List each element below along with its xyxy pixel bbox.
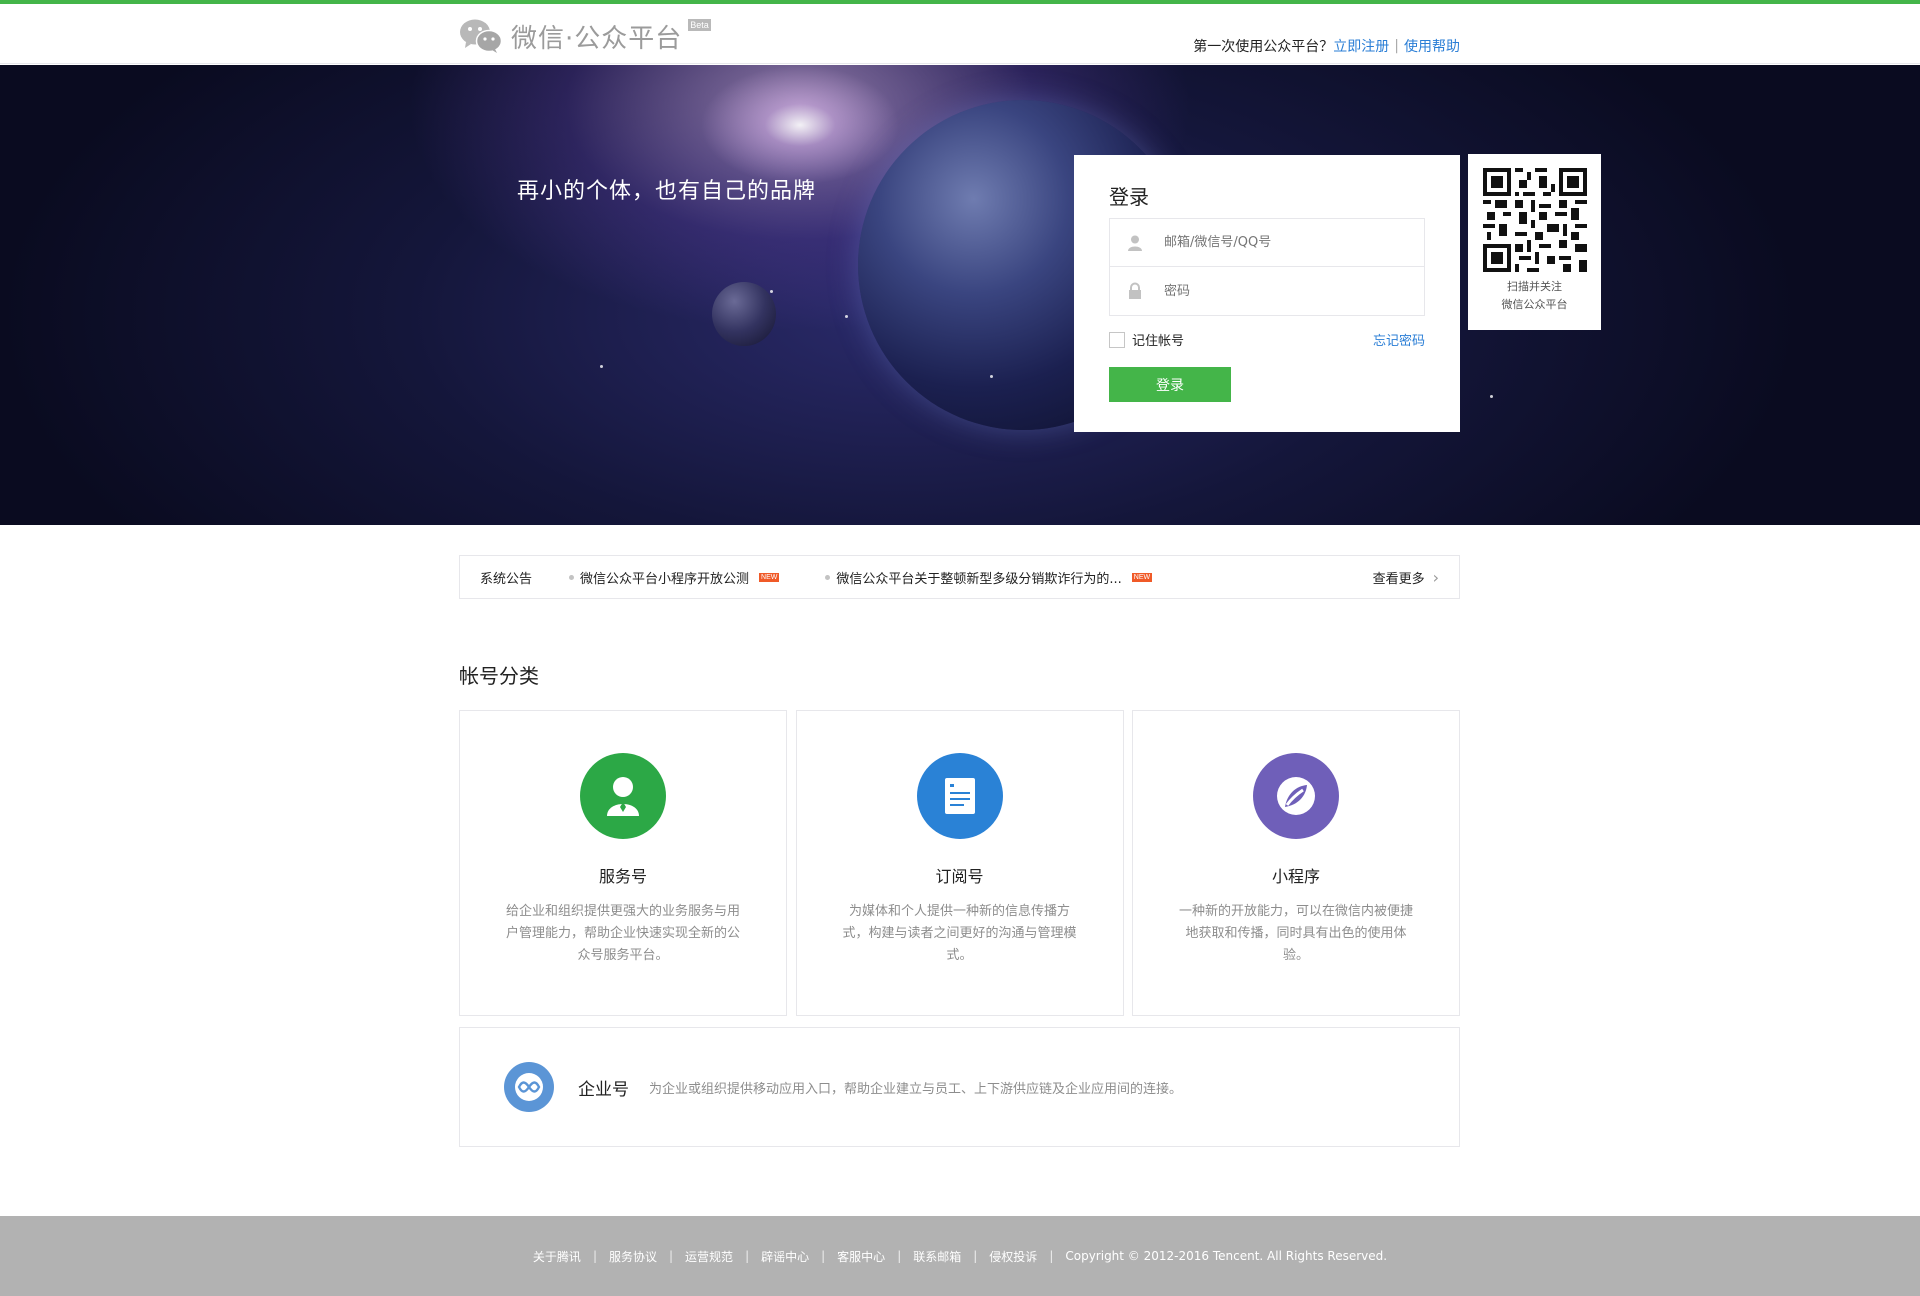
- logo-text: 微信·公众平台: [511, 23, 683, 54]
- qr-caption: 扫描并关注 微信公众平台: [1468, 278, 1601, 314]
- enterprise-account-card[interactable]: 企业号 为企业或组织提供移动应用入口，帮助企业建立与员工、上下游供应链及企业应用…: [459, 1027, 1460, 1147]
- star: [1490, 395, 1493, 398]
- chevron-right-icon: ›: [1432, 567, 1439, 587]
- bullet-icon: [825, 574, 831, 580]
- password-field[interactable]: [1109, 267, 1425, 316]
- footer-separator: |: [669, 1249, 674, 1263]
- footer-separator: |: [745, 1249, 750, 1263]
- logo[interactable]: 微信·公众平台 Beta: [459, 16, 711, 56]
- enterprise-account-icon: [504, 1062, 554, 1112]
- footer-link-contact[interactable]: 联系邮箱: [913, 1248, 961, 1265]
- planet-small: [712, 282, 776, 346]
- account-types-title: 帐号分类: [459, 664, 539, 688]
- beta-badge: Beta: [688, 19, 711, 31]
- login-title: 登录: [1109, 185, 1149, 209]
- lock-icon: [1129, 282, 1141, 299]
- header: 微信·公众平台 Beta 第一次使用公众平台？ 立即注册 | 使用帮助: [0, 4, 1920, 64]
- wechat-logo-icon: [460, 19, 503, 53]
- footer-separator: |: [592, 1249, 597, 1263]
- subscription-account-card[interactable]: 订阅号 为媒体和个人提供一种新的信息传播方式，构建与读者之间更好的沟通与管理模式…: [795, 710, 1124, 1016]
- notice-item[interactable]: 微信公众平台小程序开放公测 NEW: [569, 568, 780, 587]
- banner-glow: [700, 65, 900, 185]
- account-type-cards: 服务号 给企业和组织提供更强大的业务服务与用户管理能力，帮助企业快速实现全新的公…: [459, 710, 1460, 1016]
- card-desc: 给企业和组织提供更强大的业务服务与用户管理能力，帮助企业快速实现全新的公众号服务…: [505, 904, 740, 963]
- footer-copyright: Copyright © 2012-2016 Tencent. All Right…: [1065, 1249, 1388, 1263]
- qr-caption-line2: 微信公众平台: [1501, 298, 1568, 311]
- card-desc: 一种新的开放能力，可以在微信内被便捷地获取和传播，同时具有出色的使用体验。: [1178, 904, 1413, 963]
- first-time-text: 第一次使用公众平台？: [1193, 39, 1334, 55]
- mini-program-icon: [1253, 753, 1339, 839]
- footer-separator: |: [821, 1249, 826, 1263]
- header-separator: |: [1394, 38, 1399, 54]
- view-more-link[interactable]: 查看更多 ›: [1373, 568, 1439, 587]
- banner-slogan: 再小的个体，也有自己的品牌: [517, 179, 817, 204]
- service-account-card[interactable]: 服务号 给企业和组织提供更强大的业务服务与用户管理能力，帮助企业快速实现全新的公…: [459, 710, 787, 1016]
- card-name: 服务号: [598, 867, 647, 886]
- remember-label: 记住帐号: [1132, 334, 1185, 349]
- footer-link-rules[interactable]: 运营规范: [685, 1248, 733, 1265]
- mini-program-card[interactable]: 小程序 一种新的开放能力，可以在微信内被便捷地获取和传播，同时具有出色的使用体验…: [1132, 710, 1460, 1016]
- login-panel: 登录 记住帐号 忘记密码 登录: [1074, 155, 1460, 432]
- notice-item-text[interactable]: 微信公众平台小程序开放公测: [580, 568, 749, 587]
- subscription-account-icon: [916, 753, 1003, 839]
- qr-caption-line1: 扫描并关注: [1507, 280, 1562, 293]
- footer-separator: |: [1049, 1249, 1054, 1263]
- account-input[interactable]: [1164, 219, 1424, 266]
- footer-link-rumor-center[interactable]: 辟谣中心: [761, 1248, 809, 1265]
- new-badge: NEW: [1131, 572, 1153, 582]
- user-icon: [1128, 235, 1142, 251]
- qr-panel: 扫描并关注 微信公众平台: [1468, 154, 1601, 330]
- footer-link-terms[interactable]: 服务协议: [609, 1248, 657, 1265]
- remember-checkbox[interactable]: [1109, 331, 1125, 348]
- footer-separator: |: [897, 1249, 902, 1263]
- card-name: 订阅号: [935, 867, 984, 886]
- footer-link-support[interactable]: 客服中心: [837, 1248, 885, 1265]
- remember-row: 记住帐号 忘记密码: [1109, 330, 1425, 349]
- star: [770, 290, 773, 293]
- footer-link-infringement[interactable]: 侵权投诉: [989, 1248, 1037, 1265]
- footer-link-about[interactable]: 关于腾讯: [533, 1248, 581, 1265]
- forgot-password-link[interactable]: 忘记密码: [1373, 330, 1425, 349]
- card-name: 小程序: [1271, 867, 1320, 886]
- header-links: 第一次使用公众平台？ 立即注册 | 使用帮助: [1193, 36, 1460, 56]
- password-input[interactable]: [1164, 267, 1424, 315]
- star: [990, 375, 993, 378]
- star: [845, 315, 848, 318]
- account-field[interactable]: [1109, 218, 1425, 267]
- qr-code-icon: [1482, 168, 1587, 272]
- notice-item[interactable]: 微信公众平台关于整顿新型多级分销欺诈行为的... NEW: [825, 568, 1153, 587]
- view-more-label: 查看更多: [1372, 571, 1425, 587]
- footer-separator: |: [973, 1249, 978, 1263]
- notice-item-text[interactable]: 微信公众平台关于整顿新型多级分销欺诈行为的...: [836, 568, 1121, 587]
- enterprise-name: 企业号: [578, 1079, 629, 1100]
- remember-account[interactable]: 记住帐号: [1109, 330, 1184, 349]
- star: [600, 365, 603, 368]
- enterprise-desc: 为企业或组织提供移动应用入口，帮助企业建立与员工、上下游供应链及企业应用间的连接…: [649, 1081, 1183, 1097]
- card-desc: 为媒体和个人提供一种新的信息传播方式，构建与读者之间更好的沟通与管理模式。: [842, 904, 1077, 963]
- footer: 关于腾讯 | 服务协议 | 运营规范 | 辟谣中心 | 客服中心 | 联系邮箱 …: [0, 1216, 1920, 1296]
- login-button[interactable]: 登录: [1109, 367, 1231, 402]
- notice-title: 系统公告: [480, 571, 533, 587]
- bullet-icon: [569, 574, 574, 580]
- new-badge: NEW: [759, 572, 780, 582]
- service-account-icon: [580, 753, 666, 839]
- hero-banner: 再小的个体，也有自己的品牌 登录 记住帐号 忘记密码 登录: [0, 65, 1920, 525]
- system-notice-bar: 系统公告 微信公众平台小程序开放公测 NEW 微信公众平台关于整顿新型多级分销欺…: [459, 555, 1460, 599]
- help-link[interactable]: 使用帮助: [1404, 36, 1460, 56]
- register-link[interactable]: 立即注册: [1333, 36, 1389, 56]
